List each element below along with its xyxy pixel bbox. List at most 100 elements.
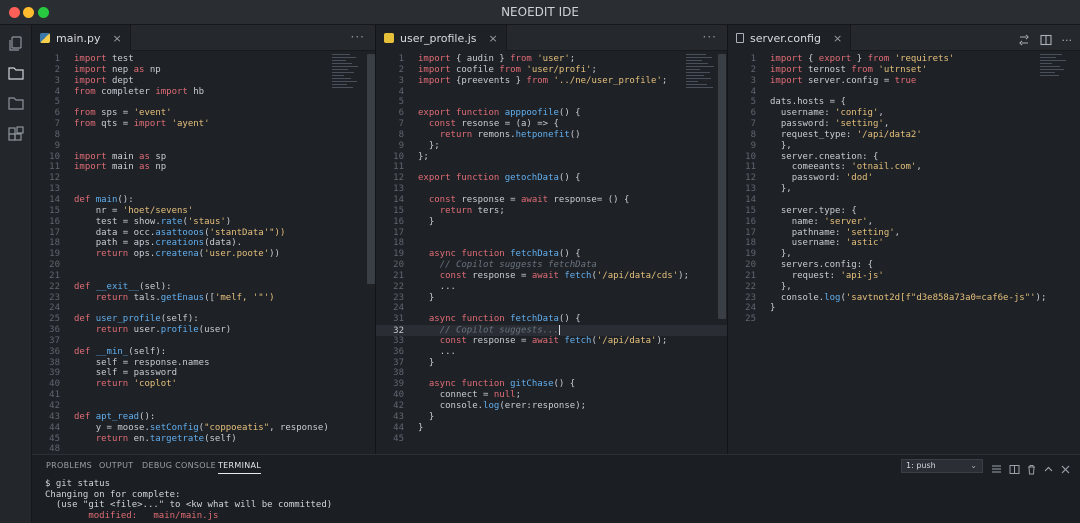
code-line[interactable]: 6 from sps = 'event' (32, 108, 375, 119)
code-line[interactable]: 22 def __exit__(sel): (32, 282, 375, 293)
code-editor[interactable]: 1 import { audin } from 'user'; 2 import co… (376, 54, 727, 454)
code-line[interactable]: 16 } (376, 217, 727, 228)
code-line[interactable]: 43 } (376, 412, 727, 423)
code-line[interactable]: 7 password: 'setting', (728, 119, 1080, 130)
split-terminal-icon[interactable] (1009, 460, 1020, 474)
code-line[interactable]: 3 import server.config = true (728, 76, 1080, 87)
code-line[interactable]: 10 server.cneation: { (728, 152, 1080, 163)
code-line[interactable]: 21 const response = await fetch('/api/da… (376, 271, 727, 282)
code-line[interactable]: 8 request_type: '/api/data2' (728, 130, 1080, 141)
tab-main-py[interactable]: main.py × (32, 25, 131, 51)
code-line[interactable]: 40 return 'coplot' (32, 379, 375, 390)
code-line[interactable]: 19 }, (728, 249, 1080, 260)
vertical-scrollbar[interactable] (367, 54, 375, 284)
code-line[interactable]: 14 def main(): (32, 195, 375, 206)
code-line[interactable]: 17 pathname: 'setting', (728, 228, 1080, 239)
minimap[interactable] (1040, 54, 1074, 94)
close-panel-icon[interactable] (1060, 460, 1071, 474)
code-line[interactable]: 3 import {preevents } from '../ne/user_pr… (376, 76, 727, 87)
new-terminal-icon[interactable] (991, 460, 1002, 473)
code-line[interactable]: 37 } (376, 358, 727, 369)
code-line[interactable]: 10}; (376, 152, 727, 163)
code-line[interactable]: 14 (728, 195, 1080, 206)
code-line[interactable]: 5 (376, 97, 727, 108)
code-line[interactable]: 41 (32, 390, 375, 401)
code-line[interactable]: 36 ... (376, 347, 727, 358)
code-line[interactable]: 32 // Copilot suggests... (376, 325, 727, 336)
more-actions-icon[interactable]: ··· (703, 30, 717, 44)
code-line[interactable]: 18 (376, 238, 727, 249)
code-line[interactable]: 25 def user_profile(self): (32, 314, 375, 325)
code-line[interactable]: 19 async function fetchData() { (376, 249, 727, 260)
code-line[interactable]: 24} (728, 303, 1080, 314)
extensions-icon[interactable] (7, 126, 25, 144)
folder-open-icon[interactable] (7, 94, 25, 112)
code-editor[interactable]: 1 import { export } from 'requirets' 2 impo… (728, 54, 1080, 454)
split-editor-icon[interactable] (1039, 31, 1052, 50)
code-line[interactable]: 11 import main as np (32, 162, 375, 173)
code-line[interactable]: 31 async function fetchData() { (376, 314, 727, 325)
compare-changes-icon[interactable] (1018, 31, 1030, 50)
code-line[interactable]: 24 (32, 303, 375, 314)
code-line[interactable]: 17 (376, 228, 727, 239)
code-line[interactable]: 7 from qts = import 'ayent' (32, 119, 375, 130)
code-line[interactable]: 18 username: 'astic' (728, 238, 1080, 249)
folder-icon[interactable] (7, 64, 25, 82)
code-line[interactable]: 3 import dept (32, 76, 375, 87)
code-line[interactable]: 44 y = moose.setConfig("coppoeatis", res… (32, 423, 375, 434)
code-line[interactable]: 45 return en.targetrate(self) (32, 434, 375, 445)
code-line[interactable]: 9 }; (376, 141, 727, 152)
tab-user-profile-js[interactable]: user_profile.js × (376, 25, 507, 51)
code-line[interactable]: 37 (32, 336, 375, 347)
code-line[interactable]: 17 data = occ.asattooos('stantData'")) (32, 228, 375, 239)
code-line[interactable]: 1 import { audin } from 'user'; (376, 54, 727, 65)
code-editor[interactable]: 1 import test 2 import nep as np 3 import dep… (32, 54, 375, 454)
code-line[interactable]: 14 const response = await response= () { (376, 195, 727, 206)
code-line[interactable]: 15 nr = 'hoet/sevens' (32, 206, 375, 217)
code-line[interactable]: 4 (376, 87, 727, 98)
code-line[interactable]: 20 (32, 260, 375, 271)
close-tab-icon[interactable]: × (112, 32, 121, 45)
code-line[interactable]: 23 return tals.getEnaus(['melf, '"') (32, 293, 375, 304)
code-line[interactable]: 15 return ters; (376, 206, 727, 217)
tab-terminal[interactable]: TERMINAL (218, 461, 262, 474)
code-line[interactable]: 2 import ternost from 'utrnset' (728, 65, 1080, 76)
code-line[interactable]: 20 // Copilot suggests fetchData (376, 260, 727, 271)
terminal-output[interactable]: $ git status Changing on for complete: (u… (45, 479, 332, 521)
close-tab-icon[interactable]: × (833, 32, 842, 45)
code-line[interactable]: 42 (32, 401, 375, 412)
code-line[interactable]: 9 (32, 141, 375, 152)
code-line[interactable]: 44} (376, 423, 727, 434)
code-line[interactable]: 21 (32, 271, 375, 282)
code-line[interactable]: 8 return remons.hetponefit() (376, 130, 727, 141)
code-line[interactable]: 5 dats.hosts = { (728, 97, 1080, 108)
code-line[interactable]: 20 servers.config: { (728, 260, 1080, 271)
tab-debug-console[interactable]: DEBUG CONSOLE (142, 461, 216, 470)
code-line[interactable]: 22 }, (728, 282, 1080, 293)
code-line[interactable]: 45 (376, 434, 727, 445)
code-line[interactable]: 6 export function apppoofile() { (376, 108, 727, 119)
code-line[interactable]: 13 (376, 184, 727, 195)
code-line[interactable]: 36 def __min_(self): (32, 347, 375, 358)
terminal-shell-select[interactable]: 1: push ⌄ (901, 459, 983, 473)
code-line[interactable]: 5 (32, 97, 375, 108)
code-line[interactable]: 11 comeeants: 'otnail.com', (728, 162, 1080, 173)
code-line[interactable]: 2 import coofile from 'user/profi'; (376, 65, 727, 76)
code-line[interactable]: 22 ... (376, 282, 727, 293)
code-line[interactable]: 23 } (376, 293, 727, 304)
code-line[interactable]: 39 async function gitChase() { (376, 379, 727, 390)
code-line[interactable]: 18 path = aps.creations(data). (32, 238, 375, 249)
code-line[interactable]: 38 self = response.names (32, 358, 375, 369)
minimap[interactable] (332, 54, 366, 94)
tab-problems[interactable]: PROBLEMS (46, 461, 92, 470)
files-icon[interactable] (7, 35, 25, 53)
code-line[interactable]: 38 (376, 368, 727, 379)
code-line[interactable]: 9 }, (728, 141, 1080, 152)
chevron-up-icon[interactable] (1043, 460, 1054, 472)
vertical-scrollbar[interactable] (718, 54, 726, 319)
code-line[interactable]: 23 console.log('savtnot2d[f"d3e858a73a0=… (728, 293, 1080, 304)
code-line[interactable]: 16 test = show.rate('staus') (32, 217, 375, 228)
code-line[interactable]: 13 }, (728, 184, 1080, 195)
code-line[interactable]: 13 (32, 184, 375, 195)
code-line[interactable]: 1 import { export } from 'requirets' (728, 54, 1080, 65)
